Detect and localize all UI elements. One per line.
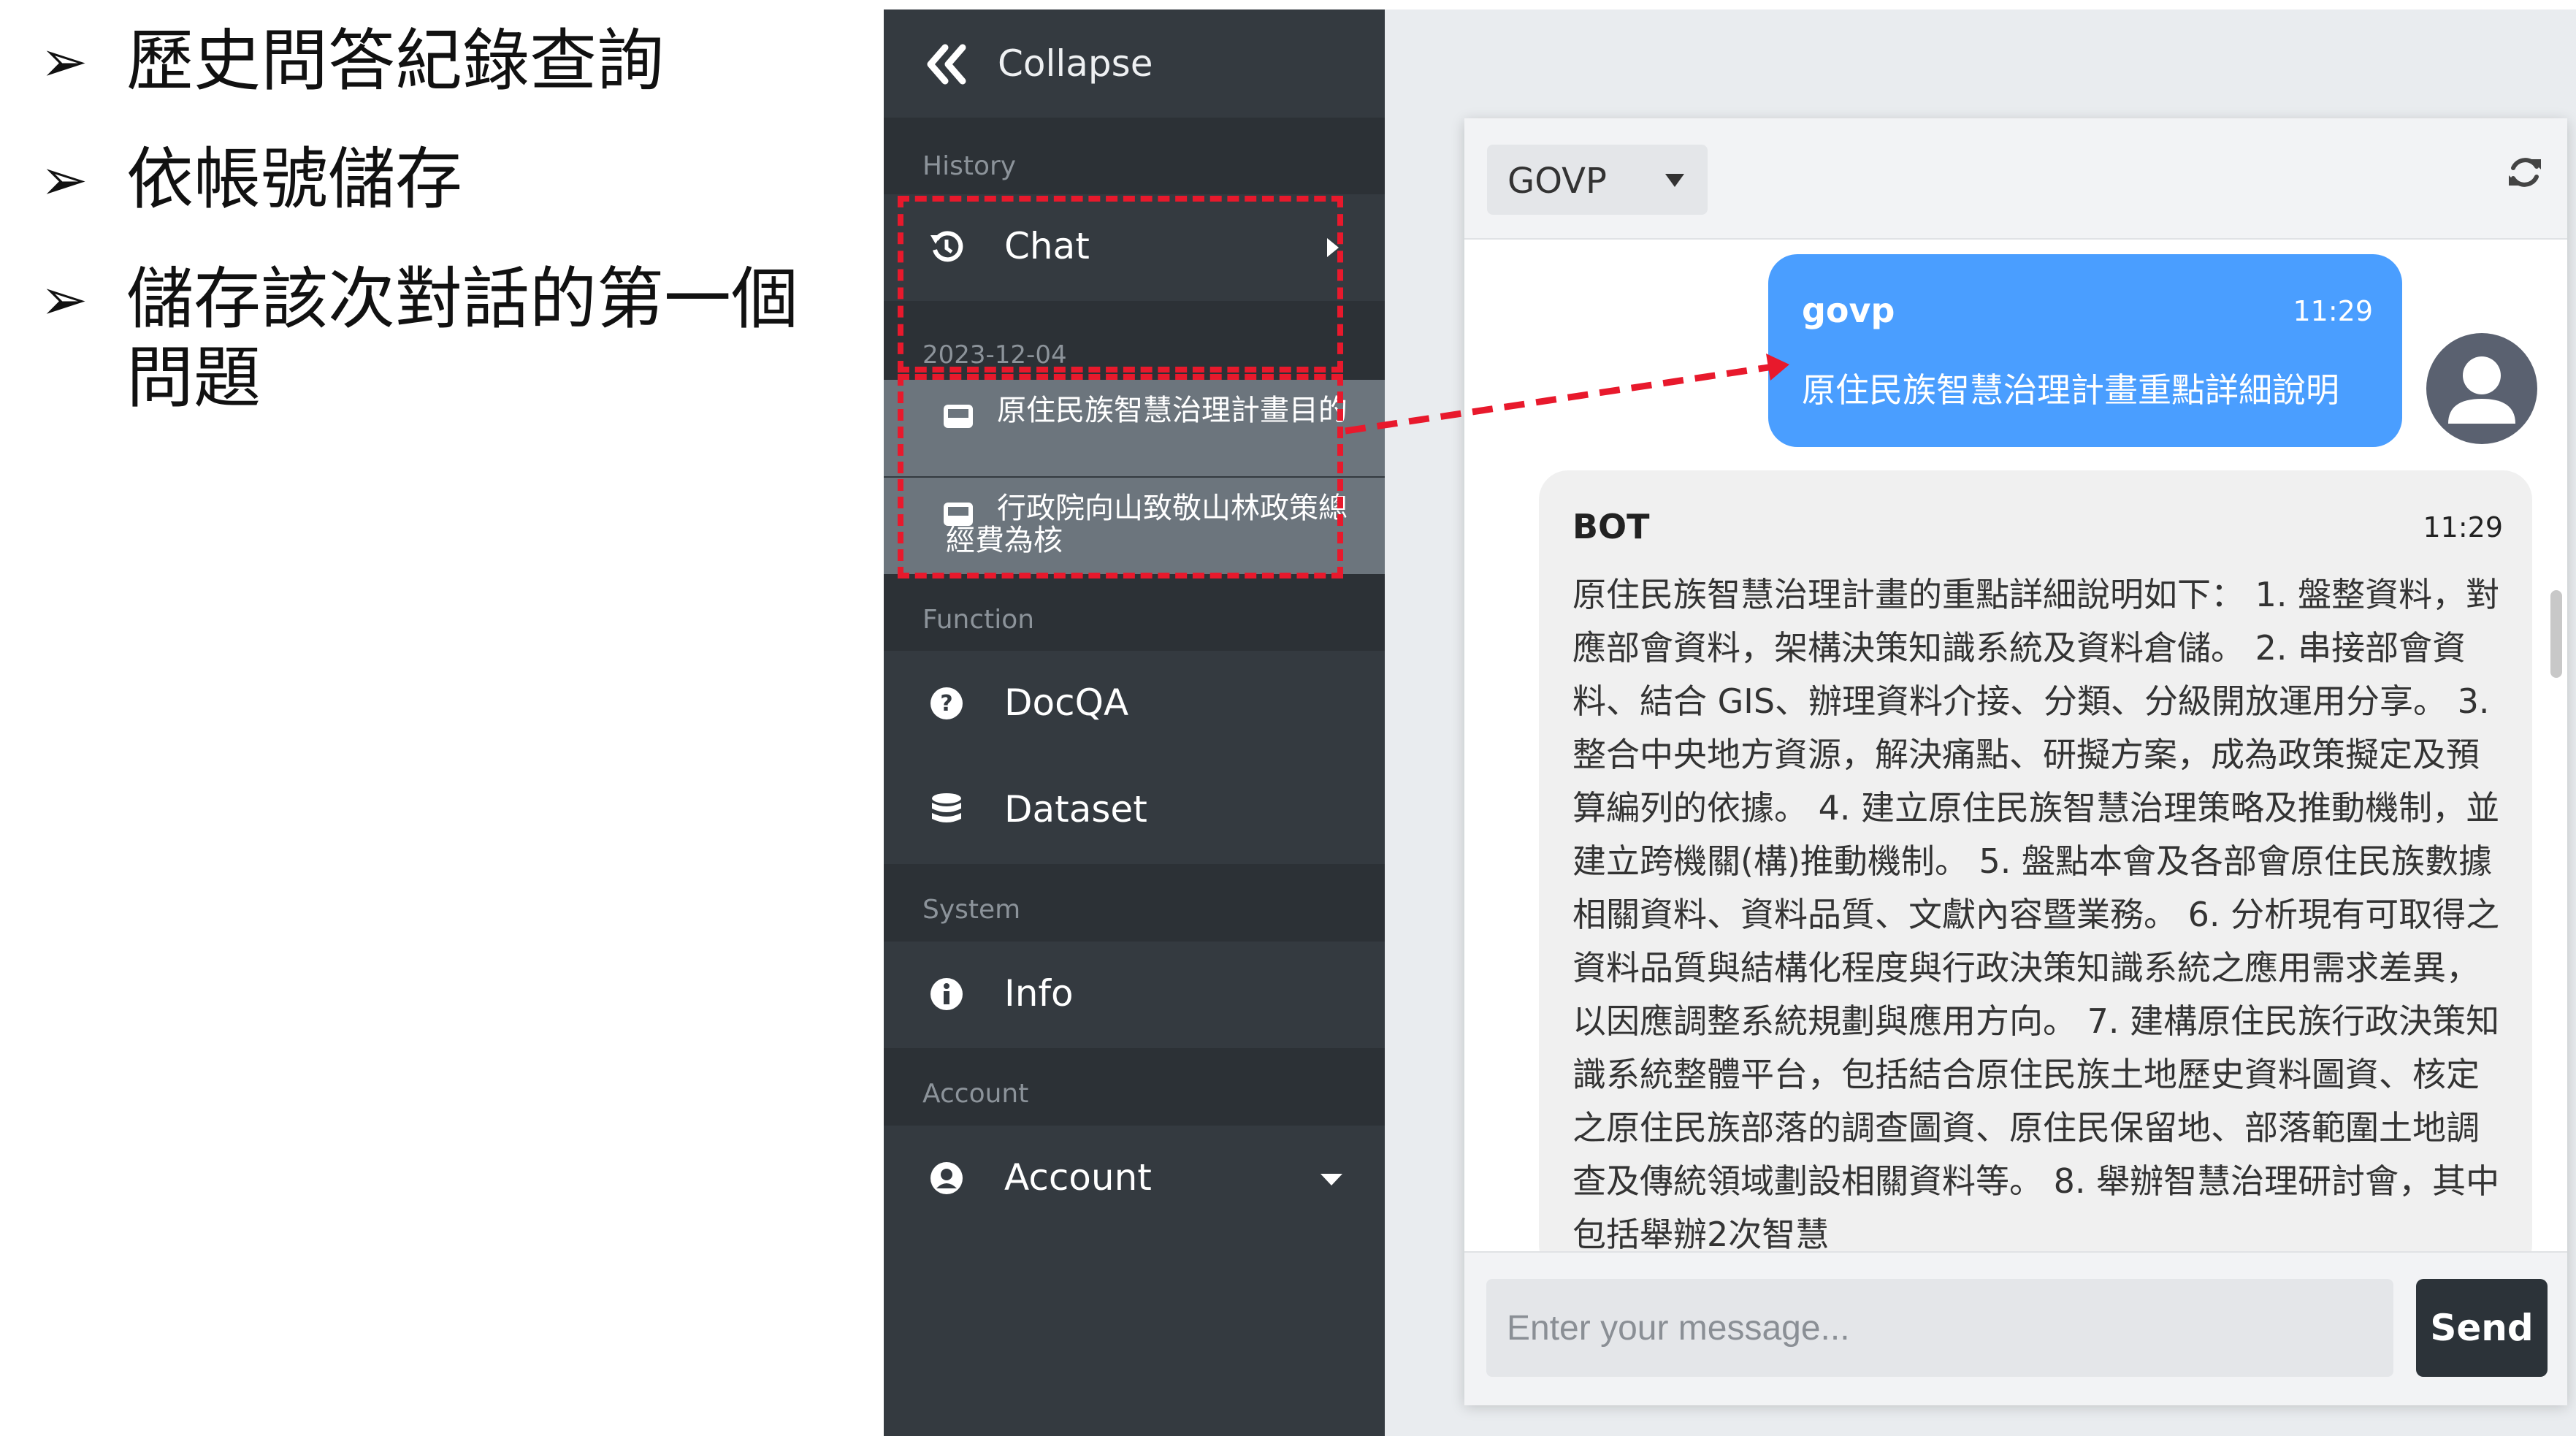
chat-header: GOVP: [1464, 118, 2567, 240]
bullet-item: ➢ 依帳號儲存: [40, 140, 857, 221]
section-label: Account: [922, 1079, 1029, 1109]
bullet-arrow-icon: ➢: [40, 148, 88, 213]
sidebar-item-label: Info: [1004, 972, 1074, 1015]
section-label: System: [922, 895, 1021, 925]
chat-panel: GOVP govp 11:29 原住民族智慧治理計畫重點詳細說明 BOT 11:…: [1464, 118, 2567, 1405]
message-sender: BOT: [1572, 507, 1650, 546]
user-avatar-icon: [2426, 333, 2537, 444]
sidebar-item-info[interactable]: Info: [884, 942, 1385, 1048]
svg-text:?: ?: [940, 691, 952, 717]
collapse-button[interactable]: Collapse: [884, 9, 1385, 119]
user-message-bubble: govp 11:29 原住民族智慧治理計畫重點詳細說明: [1768, 254, 2402, 447]
message-sender: govp: [1802, 291, 1895, 330]
scrollbar-thumb[interactable]: [2550, 590, 2562, 678]
section-account: Account: [884, 1048, 1385, 1126]
double-chevron-left-icon: [927, 44, 966, 85]
bullet-text: 儲存該次對話的第一個問題: [126, 260, 799, 417]
section-history: History: [884, 118, 1385, 194]
sidebar-item-account[interactable]: Account: [884, 1126, 1385, 1232]
database-icon: [932, 793, 961, 822]
bot-message-bubble: BOT 11:29 原住民族智慧治理計畫的重點詳細說明如下： 1. 盤整資料，對…: [1539, 470, 2532, 1251]
section-label: Function: [922, 605, 1035, 635]
message-time: 11:29: [2423, 511, 2503, 543]
message-list[interactable]: govp 11:29 原住民族智慧治理計畫重點詳細說明 BOT 11:29 原住…: [1464, 240, 2567, 1251]
caret-down-icon: [1321, 1174, 1342, 1185]
caret-down-icon: [1665, 174, 1684, 187]
refresh-icon[interactable]: [2504, 152, 2545, 193]
bullet-text: 歷史問答紀錄查詢: [126, 22, 665, 100]
chat-footer: Send: [1464, 1251, 2567, 1405]
message-input[interactable]: [1486, 1279, 2393, 1377]
send-button[interactable]: Send: [2416, 1279, 2548, 1377]
sidebar-item-label: Account: [1004, 1156, 1152, 1199]
model-select-value: GOVP: [1507, 161, 1607, 202]
bullet-item: ➢ 儲存該次對話的第一個問題: [40, 260, 857, 418]
bullet-arrow-icon: ➢: [40, 267, 88, 333]
sidebar-item-docqa[interactable]: ? DocQA: [884, 651, 1385, 757]
section-label: History: [922, 151, 1017, 181]
bullet-arrow-icon: ➢: [40, 29, 88, 95]
user-circle-icon: [930, 1162, 963, 1194]
section-system: System: [884, 864, 1385, 942]
question-circle-icon: ?: [930, 687, 963, 719]
section-function: Function: [884, 574, 1385, 651]
sidebar-item-dataset[interactable]: Dataset: [884, 757, 1385, 864]
collapse-label: Collapse: [998, 42, 1153, 85]
message-time: 11:29: [2293, 295, 2373, 327]
message-text: 原住民族智慧治理計畫的重點詳細說明如下： 1. 盤整資料，對應部會資料，架構決策…: [1572, 575, 2500, 1251]
model-select[interactable]: GOVP: [1487, 145, 1708, 215]
sidebar-item-label: Dataset: [1004, 788, 1147, 830]
bullet-item: ➢ 歷史問答紀錄查詢: [40, 22, 857, 102]
highlight-box-history: [898, 374, 1343, 578]
bullet-text: 依帳號儲存: [126, 140, 463, 218]
sidebar-item-label: DocQA: [1004, 681, 1129, 724]
highlight-box-chat: [898, 196, 1343, 373]
message-text: 原住民族智慧治理計畫重點詳細說明: [1802, 370, 2339, 410]
info-circle-icon: [930, 978, 963, 1010]
